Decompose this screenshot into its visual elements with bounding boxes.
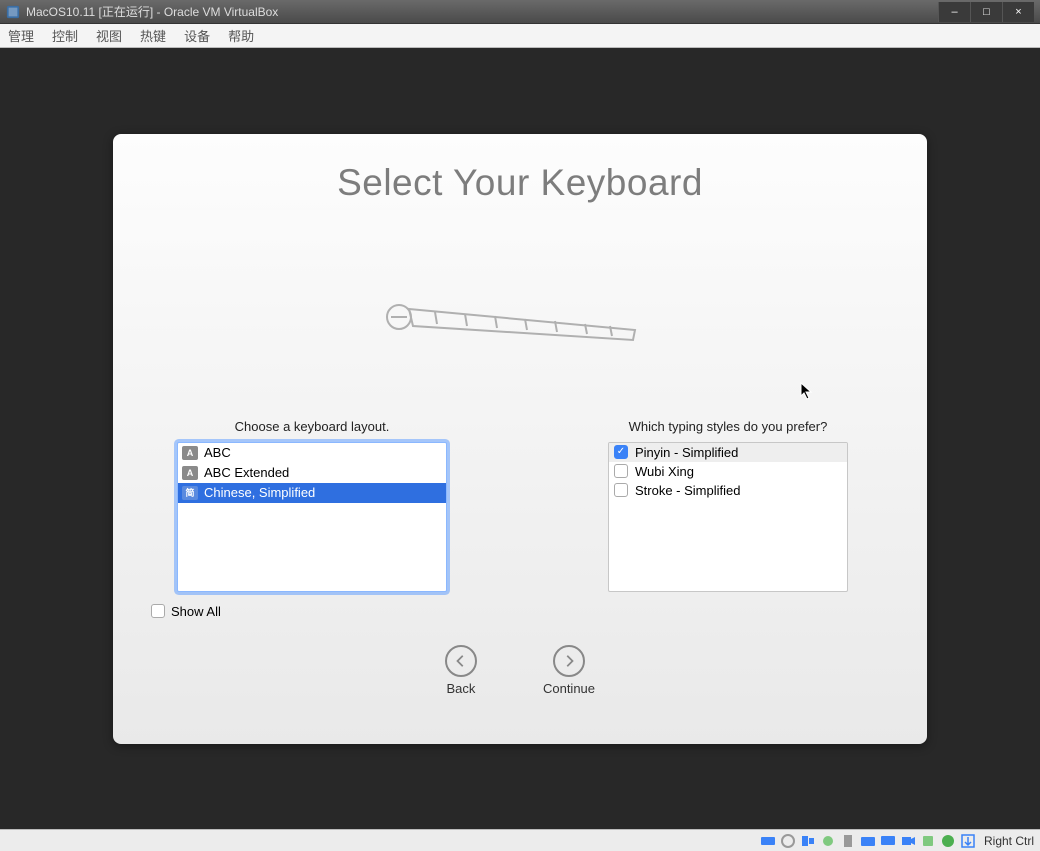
setup-assistant-panel: Select Your Keyboard bbox=[113, 134, 927, 744]
back-button[interactable]: Back bbox=[445, 645, 477, 696]
continue-button[interactable]: Continue bbox=[543, 645, 595, 696]
input-source-icon: A bbox=[182, 466, 198, 480]
layout-label: Choose a keyboard layout. bbox=[235, 419, 390, 434]
layout-option-chinese-simplified[interactable]: 简 Chinese, Simplified bbox=[178, 483, 446, 503]
layout-option-abc[interactable]: A ABC bbox=[178, 443, 446, 463]
virtualbox-icon bbox=[6, 5, 20, 19]
keyboard-layout-column: Choose a keyboard layout. A ABC A ABC Ex… bbox=[149, 419, 475, 619]
close-button[interactable]: × bbox=[1002, 2, 1034, 22]
menu-help[interactable]: 帮助 bbox=[228, 26, 254, 45]
style-option-label: Pinyin - Simplified bbox=[635, 445, 738, 460]
typing-style-column: Which typing styles do you prefer? Pinyi… bbox=[565, 419, 891, 619]
navigation-row: Back Continue bbox=[445, 645, 595, 696]
hard-disk-icon[interactable] bbox=[760, 833, 776, 849]
page-title: Select Your Keyboard bbox=[337, 162, 703, 204]
shared-folder-icon[interactable] bbox=[860, 833, 876, 849]
style-checkbox[interactable] bbox=[614, 483, 628, 497]
virtualbox-window: MacOS10.11 [正在运行] - Oracle VM VirtualBox… bbox=[0, 0, 1040, 851]
maximize-button[interactable]: □ bbox=[970, 2, 1002, 22]
usb-icon[interactable] bbox=[840, 833, 856, 849]
layout-option-label: ABC bbox=[204, 445, 231, 460]
show-all-label: Show All bbox=[171, 604, 221, 619]
host-key-icon[interactable] bbox=[960, 833, 976, 849]
menu-manage[interactable]: 管理 bbox=[8, 26, 34, 45]
recording-icon[interactable] bbox=[900, 833, 916, 849]
host-key-label: Right Ctrl bbox=[984, 834, 1034, 848]
arrow-left-icon bbox=[445, 645, 477, 677]
virtualbox-statusbar: Right Ctrl bbox=[0, 829, 1040, 851]
style-option-label: Stroke - Simplified bbox=[635, 483, 740, 498]
layout-option-abc-extended[interactable]: A ABC Extended bbox=[178, 463, 446, 483]
network-icon[interactable] bbox=[820, 833, 836, 849]
guest-display: Select Your Keyboard bbox=[0, 48, 1040, 829]
keyboard-layout-listbox[interactable]: A ABC A ABC Extended 简 Chinese, Simplifi… bbox=[177, 442, 447, 592]
show-all-checkbox[interactable] bbox=[151, 604, 165, 618]
layout-option-label: ABC Extended bbox=[204, 465, 289, 480]
content-columns: Choose a keyboard layout. A ABC A ABC Ex… bbox=[149, 419, 891, 619]
menu-devices[interactable]: 设备 bbox=[184, 26, 210, 45]
style-checkbox[interactable] bbox=[614, 445, 628, 459]
virtualbox-menubar: 管理 控制 视图 热键 设备 帮助 bbox=[0, 24, 1040, 48]
cpu-icon[interactable] bbox=[920, 833, 936, 849]
continue-label: Continue bbox=[543, 681, 595, 696]
input-source-icon: A bbox=[182, 446, 198, 460]
menu-view[interactable]: 视图 bbox=[96, 26, 122, 45]
minimize-button[interactable]: – bbox=[938, 2, 970, 22]
show-all-checkbox-row[interactable]: Show All bbox=[151, 604, 221, 619]
audio-icon[interactable] bbox=[800, 833, 816, 849]
typing-label: Which typing styles do you prefer? bbox=[629, 419, 828, 434]
typing-style-listbox[interactable]: Pinyin - Simplified Wubi Xing Stroke - S… bbox=[608, 442, 848, 592]
input-source-icon: 简 bbox=[182, 486, 198, 500]
style-option-wubi[interactable]: Wubi Xing bbox=[609, 462, 847, 481]
menu-control[interactable]: 控制 bbox=[52, 26, 78, 45]
window-controls: – □ × bbox=[938, 2, 1034, 22]
arrow-right-icon bbox=[553, 645, 585, 677]
window-titlebar[interactable]: MacOS10.11 [正在运行] - Oracle VM VirtualBox… bbox=[0, 0, 1040, 24]
style-checkbox[interactable] bbox=[614, 464, 628, 478]
display-icon[interactable] bbox=[880, 833, 896, 849]
style-option-pinyin[interactable]: Pinyin - Simplified bbox=[609, 443, 847, 462]
layout-option-label: Chinese, Simplified bbox=[204, 485, 315, 500]
style-option-label: Wubi Xing bbox=[635, 464, 694, 479]
optical-disk-icon[interactable] bbox=[780, 833, 796, 849]
mouse-integration-icon[interactable] bbox=[940, 833, 956, 849]
window-title: MacOS10.11 [正在运行] - Oracle VM VirtualBox bbox=[26, 3, 938, 20]
back-label: Back bbox=[447, 681, 476, 696]
menu-hotkeys[interactable]: 热键 bbox=[140, 26, 166, 45]
keyboard-illustration-icon bbox=[375, 284, 665, 359]
style-option-stroke[interactable]: Stroke - Simplified bbox=[609, 481, 847, 500]
